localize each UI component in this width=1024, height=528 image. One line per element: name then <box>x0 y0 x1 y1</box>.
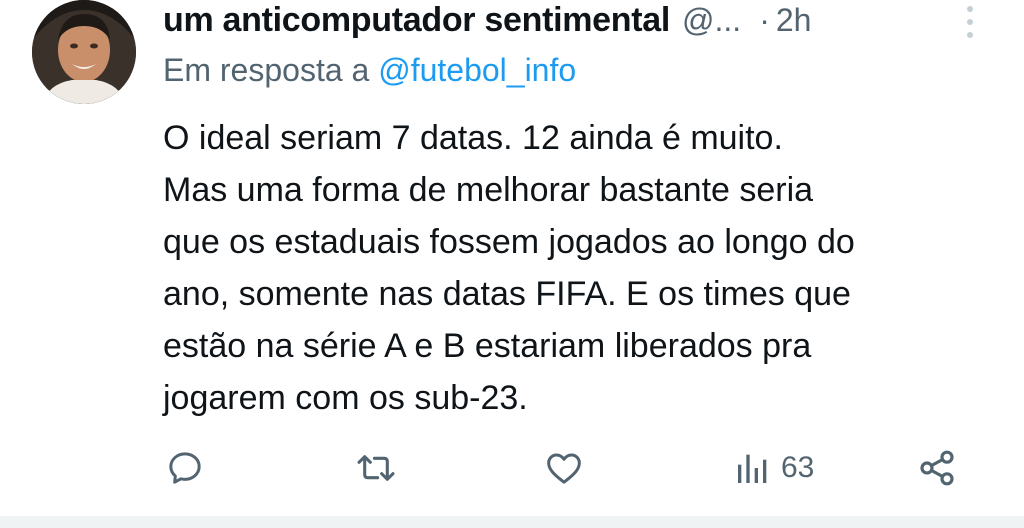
more-dot <box>967 32 973 38</box>
views-button[interactable]: 63 <box>733 448 814 488</box>
avatar[interactable] <box>32 0 136 104</box>
separator-dot: · <box>759 1 770 38</box>
tweet-text-line: jogarem com os sub-23. <box>163 379 528 417</box>
author-handle[interactable]: @... <box>682 2 741 39</box>
reply-to-link[interactable]: @futebol_info <box>378 52 576 88</box>
tweet-text-line: que os estaduais fossem jogados ao longo… <box>163 223 855 261</box>
author-name[interactable]: um anticomputador sentimental <box>163 1 670 40</box>
action-bar: 63 <box>0 440 1024 496</box>
retweet-icon <box>357 455 395 481</box>
bar-chart-icon <box>738 454 767 483</box>
share-icon <box>920 450 954 486</box>
user-avatar-icon <box>32 0 136 104</box>
tweet: um anticomputador sentimental @... · 2h … <box>0 0 1024 528</box>
timestamp[interactable]: 2h <box>776 2 812 39</box>
more-dot <box>967 19 973 25</box>
tweet-text-line: estão na série A e B estariam liberados … <box>163 327 812 365</box>
tweet-text: O ideal seriam 7 datas. 12 ainda é muito… <box>163 112 993 424</box>
share-button[interactable] <box>917 448 957 488</box>
like-button[interactable] <box>543 448 585 488</box>
heart-icon <box>547 453 581 484</box>
tweet-text-line: ano, somente nas datas FIFA. E os times … <box>163 275 851 313</box>
retweet-button[interactable] <box>355 448 397 488</box>
speech-bubble-icon <box>169 452 201 484</box>
tweet-text-line: Mas uma forma de melhorar bastante seria <box>163 171 814 209</box>
tweet-header: um anticomputador sentimental @... · 2h <box>163 0 963 40</box>
divider <box>0 516 1024 528</box>
more-options-button[interactable] <box>958 4 982 40</box>
more-dot <box>967 6 973 12</box>
tweet-text-line: O ideal seriam 7 datas. 12 ainda é muito… <box>163 119 783 157</box>
views-count: 63 <box>781 451 815 484</box>
reply-button[interactable] <box>165 448 205 488</box>
reply-prefix: Em resposta a <box>163 52 370 88</box>
reply-context: Em resposta a @futebol_info <box>163 52 576 89</box>
